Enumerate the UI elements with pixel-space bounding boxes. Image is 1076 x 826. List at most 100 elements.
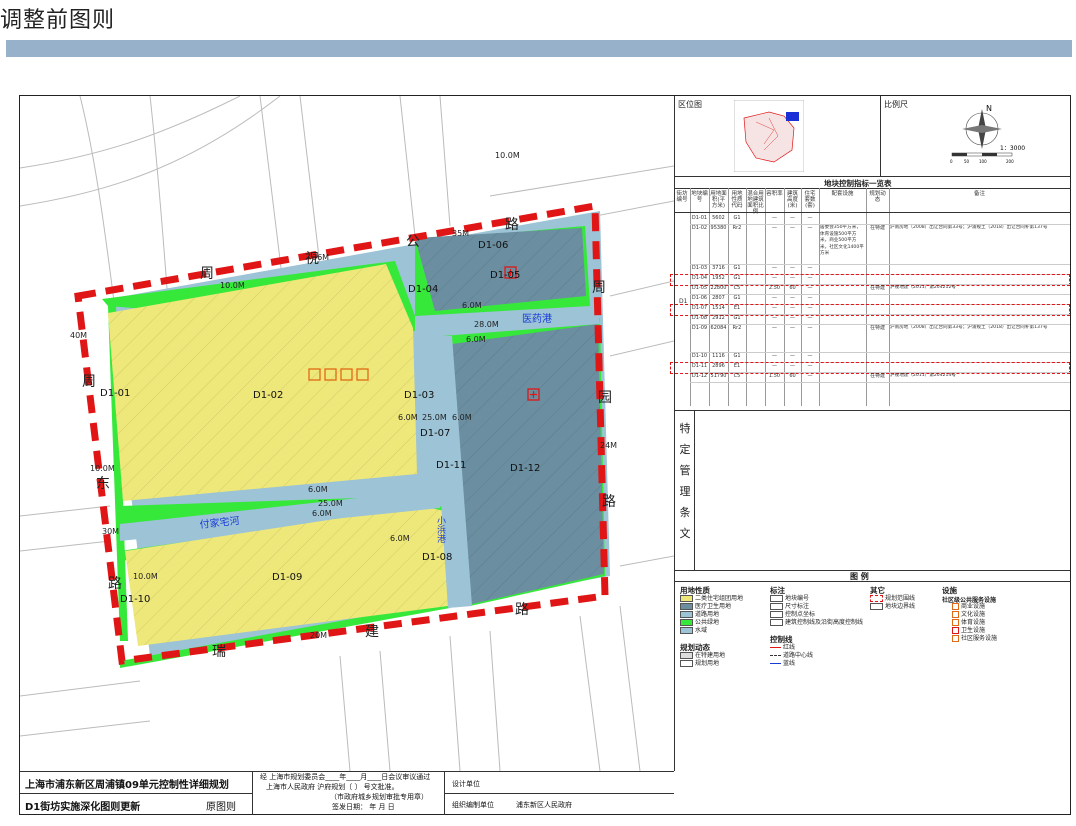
table-cell: — xyxy=(790,353,795,359)
table-row xyxy=(690,214,1070,224)
table-cell: C5 xyxy=(733,373,741,379)
table-cell: D1-09 xyxy=(691,325,708,331)
table-cell: D1-06 xyxy=(691,295,708,301)
width-label: 25.0M xyxy=(422,413,447,422)
road-char: 路 xyxy=(602,494,616,510)
scale-text: 1：3000 xyxy=(1000,145,1025,152)
table-cell: — xyxy=(772,225,777,231)
table-cell: — xyxy=(790,225,795,231)
table-cell: — xyxy=(807,285,813,291)
table-cell: D1-01 xyxy=(691,215,708,221)
width-label: 10.0M xyxy=(90,464,115,473)
width-label: 6.0M xyxy=(312,509,332,518)
parcel-id: D1-08 xyxy=(422,552,452,563)
approval-line-4: 签发日期： 年 月 日 xyxy=(332,803,395,811)
table-cell: — xyxy=(790,295,795,301)
road-swatch xyxy=(680,611,693,618)
title-block: 上海市浦东新区周浦镇09单元控制性详细规划 D1街坊实施深化图则更新 原图则 经… xyxy=(20,771,674,815)
approval-line-1: 经 上海市规划委员会____年____月____日会议审议通过 xyxy=(260,773,431,781)
road-char: 周 xyxy=(592,280,606,296)
width-label: 10.0M xyxy=(220,281,245,290)
table-cell: D1-07 xyxy=(691,305,708,311)
road-char: 公 xyxy=(406,234,420,250)
table-cell: — xyxy=(807,325,813,331)
parcel-id: D1-07 xyxy=(420,428,450,439)
table-header: 规划动态 xyxy=(869,191,886,203)
road-char: 路 xyxy=(108,576,122,592)
table-cell: 3716 xyxy=(712,265,725,271)
table-cell: 1952 xyxy=(712,275,725,281)
road-char: 路 xyxy=(505,217,519,233)
table-cell: — xyxy=(807,305,813,311)
width-label: 30M xyxy=(102,527,119,536)
road-char: 园 xyxy=(598,390,612,406)
table-cell: — xyxy=(807,353,813,359)
table-cell: D1-03 xyxy=(691,265,708,271)
table-cell: 5602 xyxy=(712,215,725,221)
table-cell: 沪南房地（2008）出让合同第33号；沪浦规土（2018）出让合同补第137号 xyxy=(890,325,1048,330)
table-cell: 2912 xyxy=(712,315,725,321)
table-cell: 在特建 xyxy=(869,225,885,231)
table-header: 街坊编号 xyxy=(676,191,688,203)
table-cell: G1 xyxy=(733,275,741,281)
location-highlight xyxy=(786,112,799,121)
table-cell: — xyxy=(790,325,795,331)
table-cell: 2896 xyxy=(712,363,725,369)
table-cell: — xyxy=(790,275,795,281)
parcel-id: D1-11 xyxy=(436,460,466,471)
river-label: 小浜港 xyxy=(435,516,446,543)
table-header: 用地性质代码 xyxy=(731,191,743,209)
table-cell: 51790 xyxy=(710,373,727,379)
width-label: 24M xyxy=(600,441,617,450)
medical-swatch xyxy=(680,603,693,610)
width-label: 6.0M xyxy=(308,485,328,494)
plan-sheet: 周 祝 公 路 瑞 建 路 周 东 路 周 园 路 35M 40M 24M 30… xyxy=(19,95,1071,815)
plan-subtitle: D1街坊实施深化图则更新 xyxy=(25,802,141,813)
table-cell: G1 xyxy=(733,265,741,271)
table-cell: 2807 xyxy=(712,295,725,301)
north-arrow: N 0 50 100 200 1：3000 xyxy=(950,104,1025,164)
north-label: N xyxy=(986,104,992,113)
table-cell: 22800 xyxy=(710,285,727,291)
table-cell: D1-10 xyxy=(691,353,708,359)
table-row xyxy=(690,314,1070,324)
org-unit: 浦东新区人民政府 xyxy=(516,801,572,809)
original-plan-label: 原图则 xyxy=(206,802,236,813)
land-use-legend: 二类住宅组团用地 医疗卫生用地 道路用地 公共绿地 水域 xyxy=(680,595,743,635)
table-cell: 60 xyxy=(789,373,796,379)
table-cell: — xyxy=(807,295,813,301)
table-cell: G1 xyxy=(733,353,741,359)
table-cell: — xyxy=(807,373,813,379)
table-row xyxy=(690,294,1070,304)
scale-tick: 200 xyxy=(1006,159,1014,164)
table-cell: — xyxy=(790,363,795,369)
table-cell: Rr2 xyxy=(732,325,742,331)
design-unit-label: 设计单位 xyxy=(452,780,480,788)
table-cell: 1116 xyxy=(712,353,725,359)
table-cell: — xyxy=(772,275,777,281)
special-clause-title: 特 定 管 理 条 文 xyxy=(679,422,691,540)
land-use-map[interactable]: 周 祝 公 路 瑞 建 路 周 东 路 周 园 路 35M 40M 24M 30… xyxy=(20,96,674,771)
parcel-id: D1-09 xyxy=(272,572,302,583)
table-cell: 1514 xyxy=(712,305,725,311)
parcel-id: D1-01 xyxy=(100,388,130,399)
plan-title: 上海市浦东新区周浦镇09单元控制性详细规划 xyxy=(25,780,229,791)
parcel-id: D1-05 xyxy=(490,270,520,281)
road-char: 东 xyxy=(96,476,110,492)
table-cell: D1-11 xyxy=(691,363,708,369)
org-unit-label: 组织编制单位 xyxy=(452,801,494,809)
other-legend: 规划范围线 地块边界线 xyxy=(870,595,915,611)
table-cell: 沪规地建（2011）第204214号 xyxy=(890,373,956,378)
green-swatch xyxy=(680,619,693,626)
table-cell: — xyxy=(790,315,795,321)
table-cell: 62084 xyxy=(710,325,727,331)
width-label: 6.0M xyxy=(398,413,418,422)
table-cell: 在特建 xyxy=(869,285,885,291)
table-cell: — xyxy=(807,265,813,271)
table-cell: D1-04 xyxy=(691,275,708,281)
scale-tick: 100 xyxy=(979,159,987,164)
table-cell: — xyxy=(772,325,777,331)
table-cell: 居委会350平方米，体育设施500平方米，商业500平方米，社区文化1400平方… xyxy=(820,225,864,256)
width-label: 10.0M xyxy=(495,151,520,160)
residential-swatch xyxy=(680,595,693,602)
